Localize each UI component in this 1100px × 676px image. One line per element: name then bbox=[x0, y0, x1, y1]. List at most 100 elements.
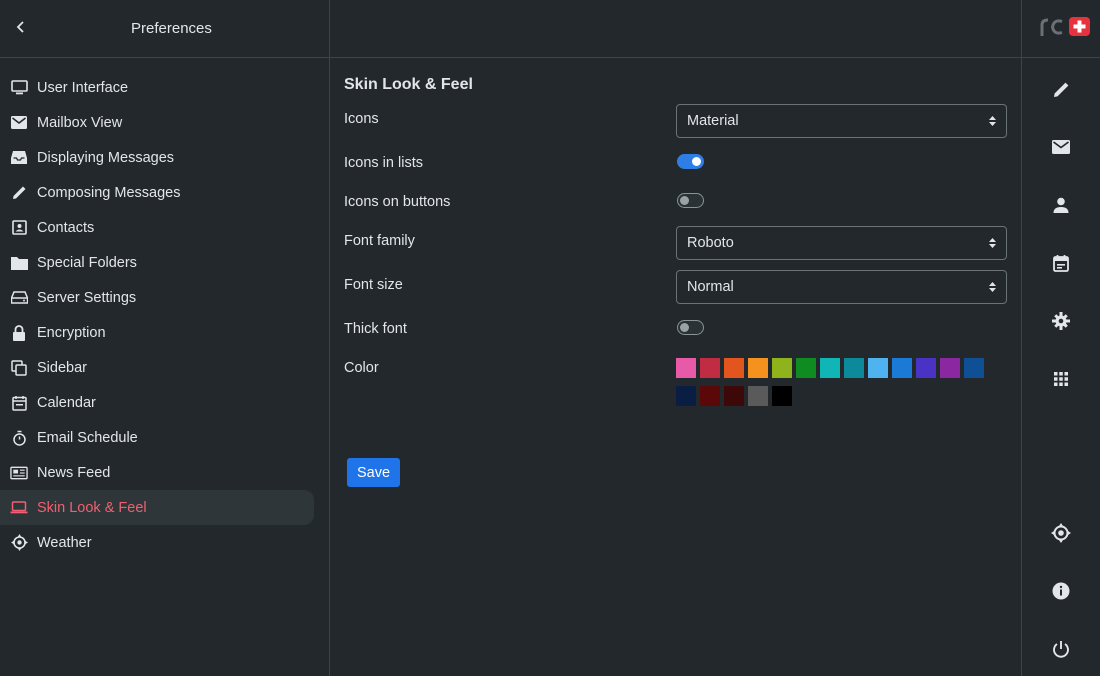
roundcube-logo bbox=[1040, 17, 1090, 36]
about-button[interactable] bbox=[1050, 580, 1072, 602]
font-family-label: Font family bbox=[344, 233, 415, 249]
font-size-select-value: Normal bbox=[687, 279, 734, 295]
icons-in-lists-toggle[interactable] bbox=[677, 154, 704, 169]
color-swatches bbox=[676, 358, 996, 406]
color-swatch[interactable] bbox=[724, 386, 744, 406]
sidebar-item-label: Special Folders bbox=[37, 254, 137, 271]
color-swatch[interactable] bbox=[940, 358, 960, 378]
color-swatch[interactable] bbox=[772, 358, 792, 378]
contact-card-icon bbox=[10, 219, 28, 237]
calendar-button[interactable] bbox=[1050, 252, 1072, 274]
sidebar-item-label: Server Settings bbox=[37, 289, 137, 306]
thick-font-toggle[interactable] bbox=[677, 320, 704, 335]
section-title: Skin Look & Feel bbox=[344, 76, 473, 93]
settings-menu: User Interface Mailbox View Displaying M… bbox=[0, 58, 329, 560]
select-arrows-icon bbox=[989, 238, 996, 248]
color-swatch[interactable] bbox=[796, 358, 816, 378]
sidebar-item-composing-messages[interactable]: Composing Messages bbox=[0, 175, 314, 210]
font-family-select[interactable]: Roboto bbox=[676, 226, 1007, 260]
settings-panel: Skin Look & Feel Icons Material Icons in… bbox=[330, 0, 1021, 676]
sidebar-item-label: User Interface bbox=[37, 79, 129, 96]
icons-in-lists-label: Icons in lists bbox=[344, 155, 423, 171]
color-swatch[interactable] bbox=[748, 386, 768, 406]
person-icon bbox=[1053, 197, 1069, 213]
color-swatch[interactable] bbox=[748, 358, 768, 378]
color-swatch[interactable] bbox=[676, 386, 696, 406]
inbox-icon bbox=[10, 149, 28, 167]
back-button[interactable] bbox=[12, 18, 30, 36]
sidebar-item-label: Composing Messages bbox=[37, 184, 181, 201]
app-toolbar bbox=[1021, 0, 1100, 676]
sidebar-item-sidebar[interactable]: Sidebar bbox=[0, 350, 314, 385]
color-swatch[interactable] bbox=[916, 358, 936, 378]
select-arrows-icon bbox=[989, 116, 996, 126]
sidebar-header: Preferences bbox=[0, 0, 329, 58]
icons-label: Icons bbox=[344, 111, 379, 127]
monitor-icon bbox=[10, 79, 28, 97]
settings-button[interactable] bbox=[1050, 310, 1072, 332]
envelope-icon bbox=[10, 114, 28, 132]
color-swatch[interactable] bbox=[724, 358, 744, 378]
copy-icon bbox=[10, 359, 28, 377]
color-swatch[interactable] bbox=[700, 358, 720, 378]
sidebar-item-mailbox-view[interactable]: Mailbox View bbox=[0, 105, 314, 140]
sidebar-item-label: Mailbox View bbox=[37, 114, 123, 131]
font-family-select-value: Roboto bbox=[687, 235, 734, 251]
icons-on-buttons-label: Icons on buttons bbox=[344, 194, 451, 210]
sidebar-item-displaying-messages[interactable]: Displaying Messages bbox=[0, 140, 314, 175]
color-label: Color bbox=[344, 360, 379, 376]
pencil-icon bbox=[10, 184, 28, 202]
laptop-icon bbox=[10, 499, 28, 517]
page-title: Preferences bbox=[131, 20, 212, 37]
contacts-button[interactable] bbox=[1050, 194, 1072, 216]
save-button[interactable]: Save bbox=[347, 458, 400, 487]
toggle-knob bbox=[692, 157, 701, 166]
thick-font-label: Thick font bbox=[344, 321, 407, 337]
select-arrows-icon bbox=[989, 282, 996, 292]
color-swatch[interactable] bbox=[772, 386, 792, 406]
newspaper-icon bbox=[10, 464, 28, 482]
color-swatch[interactable] bbox=[676, 358, 696, 378]
sidebar-item-label: Skin Look & Feel bbox=[37, 499, 147, 516]
calendar-icon bbox=[1053, 255, 1069, 272]
icons-on-buttons-toggle[interactable] bbox=[677, 193, 704, 208]
sidebar-item-label: Sidebar bbox=[37, 359, 87, 376]
chevron-left-icon bbox=[16, 21, 24, 33]
sidebar-item-label: News Feed bbox=[37, 464, 111, 481]
sidebar-item-contacts[interactable]: Contacts bbox=[0, 210, 314, 245]
icons-select[interactable]: Material bbox=[676, 104, 1007, 138]
lock-icon bbox=[10, 324, 28, 342]
color-swatch[interactable] bbox=[820, 358, 840, 378]
mail-button[interactable] bbox=[1050, 136, 1072, 158]
panel-header bbox=[330, 0, 1021, 58]
sidebar-item-special-folders[interactable]: Special Folders bbox=[0, 245, 314, 280]
color-swatch[interactable] bbox=[700, 386, 720, 406]
sidebar-item-weather[interactable]: Weather bbox=[0, 525, 314, 560]
icons-select-value: Material bbox=[687, 113, 739, 129]
sidebar-item-label: Encryption bbox=[37, 324, 106, 341]
color-swatch[interactable] bbox=[844, 358, 864, 378]
server-icon bbox=[10, 289, 28, 307]
font-size-select[interactable]: Normal bbox=[676, 270, 1007, 304]
calendar-icon bbox=[10, 394, 28, 412]
theme-toggle-button[interactable] bbox=[1050, 522, 1072, 544]
sidebar-item-news-feed[interactable]: News Feed bbox=[0, 455, 314, 490]
sidebar-item-user-interface[interactable]: User Interface bbox=[0, 70, 314, 105]
color-swatch[interactable] bbox=[868, 358, 888, 378]
logout-button[interactable] bbox=[1050, 638, 1072, 660]
compose-button[interactable] bbox=[1050, 78, 1072, 100]
logo-header bbox=[1022, 0, 1100, 58]
pencil-icon bbox=[1053, 82, 1068, 97]
sidebar-item-server-settings[interactable]: Server Settings bbox=[0, 280, 314, 315]
envelope-icon bbox=[1052, 140, 1070, 154]
apps-button[interactable] bbox=[1050, 368, 1072, 390]
color-swatch[interactable] bbox=[964, 358, 984, 378]
gear-icon bbox=[1052, 312, 1070, 330]
toggle-knob bbox=[680, 323, 689, 332]
sidebar-item-skin-look-feel[interactable]: Skin Look & Feel bbox=[0, 490, 314, 525]
sidebar-item-calendar[interactable]: Calendar bbox=[0, 385, 314, 420]
color-swatch[interactable] bbox=[892, 358, 912, 378]
sidebar-item-label: Displaying Messages bbox=[37, 149, 175, 166]
sidebar-item-email-schedule[interactable]: Email Schedule bbox=[0, 420, 314, 455]
sidebar-item-encryption[interactable]: Encryption bbox=[0, 315, 314, 350]
